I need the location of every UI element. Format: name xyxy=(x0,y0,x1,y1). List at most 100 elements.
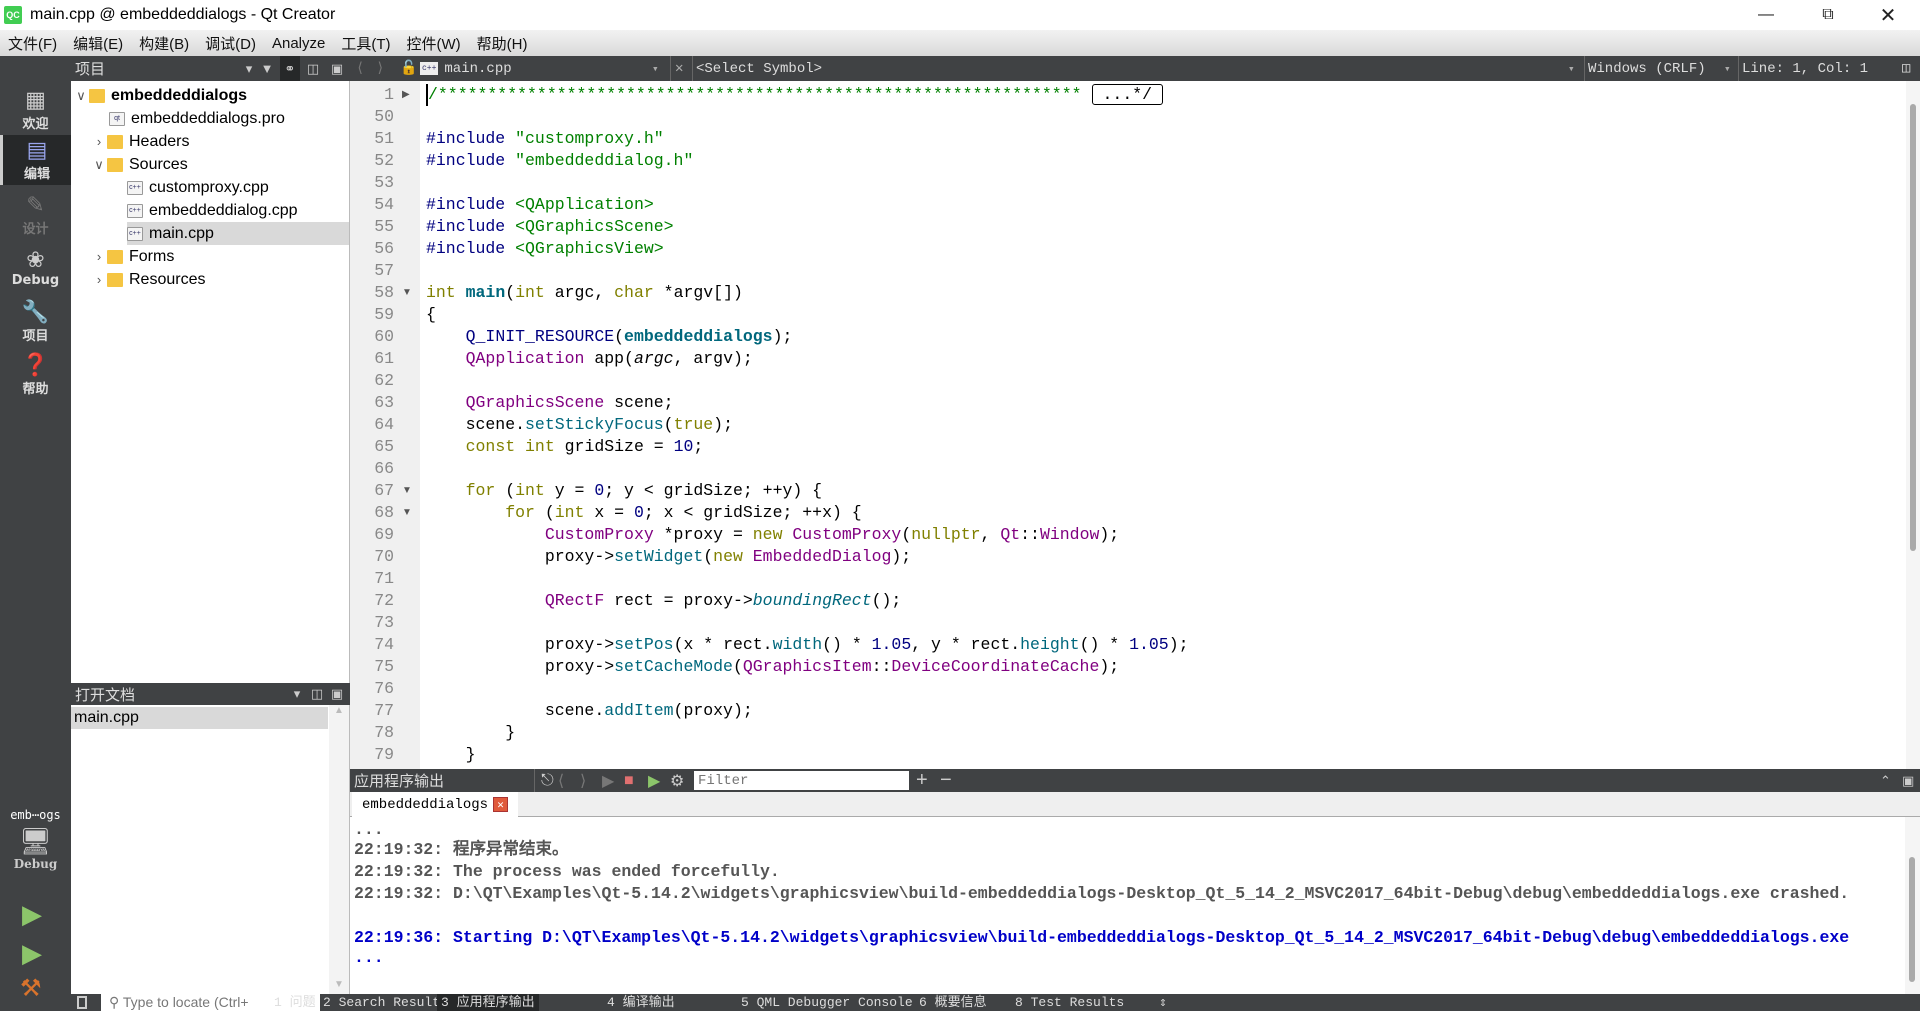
mode-edit[interactable]: ▤ 编辑 xyxy=(0,135,71,185)
tree-item-embeddeddialog[interactable]: c++ embeddeddialog.cpp xyxy=(127,199,298,222)
code-line: #include "customproxy.h" xyxy=(426,128,664,150)
tree-item-resources[interactable]: › Resources xyxy=(91,268,206,291)
more-tabs-icon[interactable]: ⇕ xyxy=(1155,994,1171,1011)
code-token: , xyxy=(980,525,1001,544)
toggle-sidebar-icon[interactable] xyxy=(77,996,87,1009)
grid-icon: ▦ xyxy=(25,87,46,113)
chevron-down-icon[interactable]: ▾ xyxy=(239,56,259,81)
chevron-down-icon[interactable]: ∨ xyxy=(91,157,107,173)
tree-item-project[interactable]: ∨ embeddeddialogs xyxy=(73,84,247,107)
line-ending-selector[interactable]: Windows (CRLF) xyxy=(1584,56,1706,81)
tree-item-sources[interactable]: ∨ Sources xyxy=(91,153,187,176)
output-pane-tab[interactable]: 1 问题 xyxy=(270,994,320,1011)
mode-design[interactable]: ✎ 设计 xyxy=(0,190,71,240)
minimize-button[interactable]: — xyxy=(1738,0,1794,30)
code-editor[interactable]: /***************************************… xyxy=(420,81,1906,769)
chevron-down-icon[interactable]: ∨ xyxy=(73,88,89,104)
chevron-right-icon[interactable]: › xyxy=(91,134,107,149)
close-icon[interactable]: ✕ xyxy=(493,797,509,812)
build-button[interactable]: ⚒ xyxy=(20,974,42,1003)
run-button[interactable]: ▶ xyxy=(22,899,42,930)
mode-welcome[interactable]: ▦ 欢迎 xyxy=(0,85,71,135)
output-scrollbar[interactable] xyxy=(1905,817,1920,994)
fold-expand-icon[interactable]: ▶ xyxy=(402,84,410,106)
zoom-out-icon[interactable]: − xyxy=(940,769,952,792)
cursor-position[interactable]: Line: 1, Col: 1 xyxy=(1738,56,1868,81)
output-pane-tab[interactable]: 8 Test Results xyxy=(1011,994,1128,1011)
stop-icon[interactable]: ■ xyxy=(624,769,634,792)
output-pane-tab[interactable]: 5 QML Debugger Console xyxy=(737,994,917,1011)
scrollbar-thumb[interactable] xyxy=(1909,857,1915,982)
file-selector[interactable]: c++ main.cpp xyxy=(420,56,512,81)
menu-edit[interactable]: 编辑(E) xyxy=(73,33,123,54)
chevron-right-icon[interactable]: › xyxy=(91,272,107,287)
close-panel-icon[interactable]: ▣ xyxy=(327,683,347,705)
restore-button[interactable]: ⧉ xyxy=(1800,0,1856,30)
zoom-in-icon[interactable]: + xyxy=(916,769,928,792)
output-tab[interactable]: embeddeddialogs ✕ xyxy=(352,792,519,817)
folded-comment-placeholder[interactable]: ...*/ xyxy=(1091,84,1164,105)
symbol-selector[interactable]: <Select Symbol> xyxy=(692,56,822,81)
menu-analyze[interactable]: Analyze xyxy=(272,35,325,52)
menu-file[interactable]: 文件(F) xyxy=(8,33,57,54)
menu-build[interactable]: 构建(B) xyxy=(139,33,189,54)
chevron-down-icon[interactable]: ▾ xyxy=(652,56,659,81)
maximize-icon[interactable]: ▣ xyxy=(1902,769,1914,792)
chevron-down-icon[interactable]: ▾ xyxy=(1568,56,1575,81)
mode-help[interactable]: ❓ 帮助 xyxy=(0,350,71,400)
output-pane-tab[interactable]: 2 Search Results xyxy=(319,994,452,1011)
output-pane-tab[interactable]: 6 概要信息 xyxy=(915,994,991,1011)
rerun-icon[interactable]: ▶ xyxy=(648,769,660,792)
close-document-icon[interactable]: ✕ xyxy=(670,56,683,81)
scrollbar-thumb[interactable] xyxy=(1910,104,1916,551)
filter-input[interactable] xyxy=(694,771,909,790)
gear-icon[interactable]: ⚙ xyxy=(670,769,684,792)
open-documents-title[interactable]: 打开文档 xyxy=(75,684,135,705)
fold-collapse-icon[interactable]: ▼ xyxy=(402,282,412,304)
open-document-item[interactable]: main.cpp xyxy=(71,707,328,729)
link-icon[interactable]: ⚭ xyxy=(280,56,300,81)
menu-debug[interactable]: 调试(D) xyxy=(205,33,256,54)
kit-selector[interactable]: 🖥 Debug xyxy=(0,826,71,886)
menu-widgets[interactable]: 控件(W) xyxy=(407,33,461,54)
open-documents-scrollbar[interactable]: ▲ ▼ xyxy=(329,705,349,994)
next-icon[interactable]: ⟩ xyxy=(580,769,586,792)
application-output[interactable]: ... 22:19:32: 程序异常结束。 22:19:32: The proces… xyxy=(350,817,1905,994)
close-panel-icon[interactable]: ▣ xyxy=(327,56,347,81)
filter-icon[interactable]: ▼ xyxy=(257,56,277,81)
tree-item-main[interactable]: c++ main.cpp xyxy=(127,222,349,245)
chevron-down-icon[interactable]: ▾ xyxy=(1724,56,1731,81)
tree-item-forms[interactable]: › Forms xyxy=(91,245,175,268)
play-icon[interactable]: ▶ xyxy=(602,769,614,792)
tree-item-pro-file[interactable]: qt embeddeddialogs.pro xyxy=(109,107,285,130)
tree-item-customproxy[interactable]: c++ customproxy.cpp xyxy=(127,176,269,199)
previous-icon[interactable]: ⟨ xyxy=(558,769,564,792)
fold-collapse-icon[interactable]: ▼ xyxy=(402,480,412,502)
forward-icon[interactable]: ⟩ xyxy=(376,56,384,81)
editor-scrollbar[interactable] xyxy=(1906,81,1920,769)
hammer-icon: ⚒ xyxy=(20,975,42,1002)
debug-run-button[interactable]: ▶ xyxy=(22,938,42,969)
lock-icon[interactable]: 🔓 xyxy=(400,56,417,81)
mode-selector: ▦ 欢迎 ▤ 编辑 ✎ 设计 ❀ Debug 🔧 项目 ❓ 帮助 emb⋯ogs 🖥 Deb… xyxy=(0,56,71,1011)
split-icon[interactable]: ◫ xyxy=(303,56,323,81)
split-icon[interactable]: ◫ xyxy=(307,683,327,705)
chevron-down-icon[interactable]: ▾ xyxy=(287,683,307,705)
split-icon[interactable]: ◫ xyxy=(1902,56,1910,81)
code-token: int xyxy=(554,503,595,522)
output-pane-tab[interactable]: 4 编译输出 xyxy=(603,994,679,1011)
back-icon[interactable]: ⟨ xyxy=(356,56,364,81)
chevron-up-icon[interactable]: ⌃ xyxy=(1880,769,1891,792)
mode-debug[interactable]: ❀ Debug xyxy=(0,243,71,293)
project-panel-title[interactable]: 项目 xyxy=(75,58,105,79)
close-window-button[interactable]: ✕ xyxy=(1860,0,1916,30)
tree-item-headers[interactable]: › Headers xyxy=(91,130,190,153)
chevron-right-icon[interactable]: › xyxy=(91,249,107,264)
fold-collapse-icon[interactable]: ▼ xyxy=(402,502,412,524)
clear-icon[interactable]: ⎋ xyxy=(534,769,554,792)
menu-help[interactable]: 帮助(H) xyxy=(477,33,528,54)
output-pane-tab[interactable]: 3 应用程序输出 xyxy=(437,994,539,1011)
mode-projects[interactable]: 🔧 项目 xyxy=(0,297,71,347)
line-number: 50 xyxy=(374,107,394,126)
menu-tools[interactable]: 工具(T) xyxy=(341,33,390,54)
